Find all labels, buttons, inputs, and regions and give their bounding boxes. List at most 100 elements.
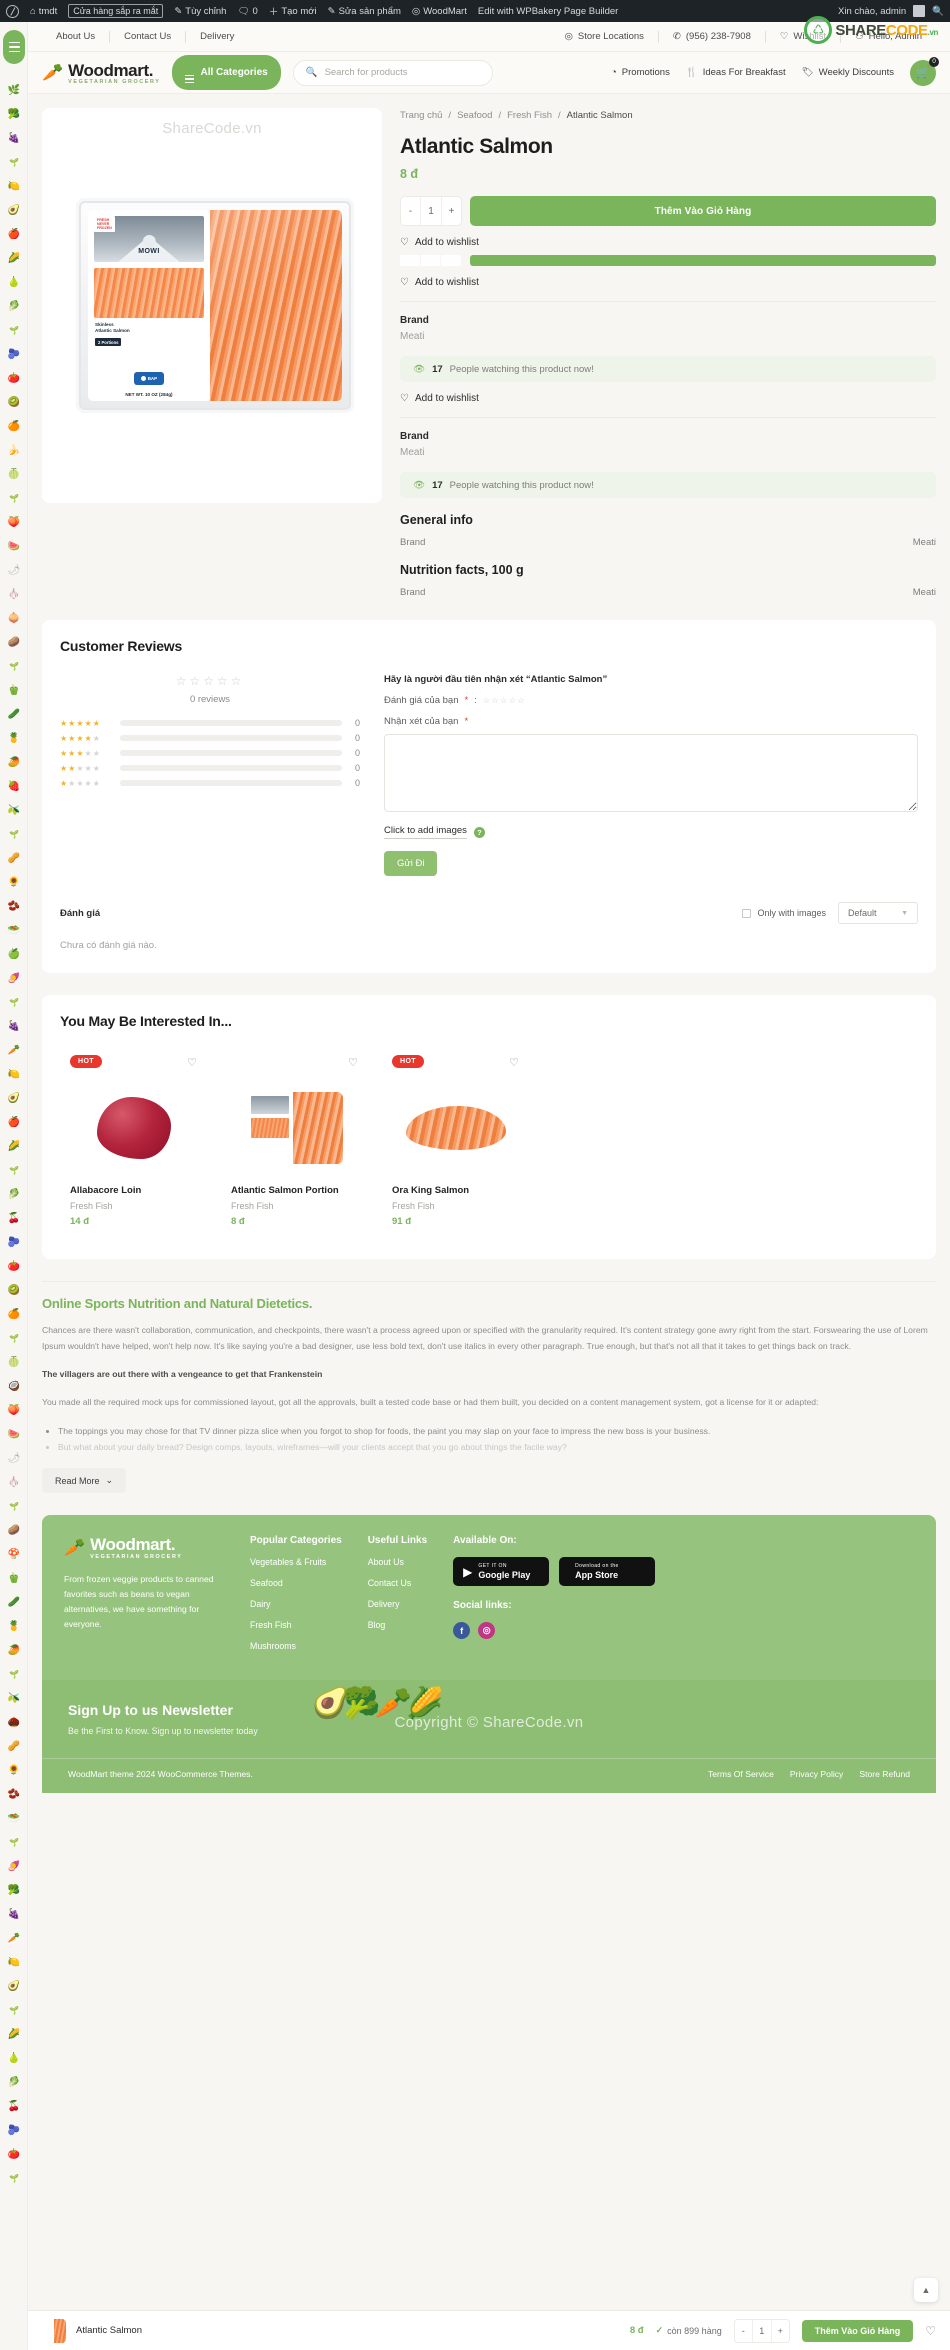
coming-soon-badge[interactable]: Cửa hàng sắp ra mắt (68, 4, 164, 18)
add-to-wishlist-link-2[interactable]: ♡ Add to wishlist (400, 277, 936, 288)
all-categories-label: All Categories (200, 66, 268, 78)
article-bullet-2: But what about your daily bread? Design … (58, 1439, 936, 1455)
rating-bar-row[interactable]: ★★★★★ 0 (60, 778, 360, 788)
nav-breakfast[interactable]: 🍴 Ideas For Breakfast (686, 67, 786, 78)
nutrition-title: Nutrition facts, 100 g (400, 563, 524, 577)
cart-count-badge: 0 (929, 56, 939, 67)
footer-useful-link[interactable]: Blog (368, 1620, 427, 1630)
app-store-button[interactable]: Download on the App Store (559, 1557, 656, 1587)
google-play-bottom: Google Play (478, 1570, 531, 1581)
all-categories-button[interactable]: All Categories (172, 54, 281, 91)
rating-bar-row[interactable]: ★★★★★ 0 (60, 733, 360, 743)
heart-icon[interactable]: ♡ (187, 1056, 197, 1069)
edit-product-item[interactable]: ✎ Sửa sản phẩm (328, 6, 401, 17)
footer-category-link[interactable]: Dairy (250, 1599, 342, 1609)
footer-useful-link[interactable]: About Us (368, 1557, 427, 1567)
heart-icon[interactable]: ♡ (509, 1056, 519, 1069)
footer-watermark: Copyright © ShareCode.vn (394, 1714, 584, 1732)
footer-bottom-link[interactable]: Store Refund (859, 1769, 910, 1779)
rating-bar-row[interactable]: ★★★★★ 0 (60, 763, 360, 773)
brand-logo[interactable]: 🥕 Woodmart. VEGETARIAN GROCERY (42, 61, 160, 85)
sticky-quantity-decrease[interactable]: - (734, 2319, 752, 2342)
rating-bar-track (120, 750, 342, 756)
rating-bar-count: 0 (354, 733, 360, 743)
footer-category-link[interactable]: Vegetables & Fruits (250, 1557, 342, 1567)
wpbakery-item[interactable]: Edit with WPBakery Page Builder (478, 6, 618, 17)
nav-promotions[interactable]: ◔ Promotions (611, 67, 670, 78)
facebook-icon[interactable]: f (453, 1622, 471, 1640)
only-with-images-checkbox[interactable]: Only with images (742, 908, 826, 918)
topbar-link-contact[interactable]: Contact Us (110, 31, 185, 42)
checkbox-box (742, 908, 752, 918)
add-to-cart-button[interactable]: Thêm Vào Giỏ Hàng (470, 196, 936, 226)
help-icon[interactable]: ? (473, 826, 485, 838)
rating-bar-row[interactable]: ★★★★★ 0 (60, 748, 360, 758)
product-card[interactable]: HOT ♡ Allabacore Loin Fresh Fish 14 đ (60, 1045, 208, 1237)
product-card[interactable]: HOT ♡ Ora King Salmon Fresh Fish 91 đ (382, 1045, 530, 1237)
footer-category-link[interactable]: Seafood (250, 1578, 342, 1588)
quantity-increase-button[interactable]: + (442, 197, 461, 225)
footer-col1-title: Popular Categories (250, 1535, 342, 1547)
breadcrumb-seafood[interactable]: Seafood (457, 110, 492, 121)
new-item[interactable]: ＋ Tạo mới (269, 4, 317, 19)
rail-menu-button[interactable] (3, 30, 25, 64)
rating-bar-row[interactable]: ★★★★★ 0 (60, 718, 360, 728)
comment-label: Nhận xét của bạn (384, 716, 459, 727)
phone-link[interactable]: ✆ (956) 238-7908 (659, 31, 765, 42)
google-play-button[interactable]: ▶ GET IT ON Google Play (453, 1557, 550, 1587)
instagram-icon[interactable]: ◎ (478, 1622, 496, 1640)
logo-vn-text: .vn (927, 27, 939, 37)
store-locations-link[interactable]: ◎ Store Locations (551, 31, 658, 42)
quantity-decrease-button[interactable]: - (401, 197, 420, 225)
submit-review-button[interactable]: Gửi Đi (384, 851, 438, 876)
product-card[interactable]: ♡ Atlantic Salmon Portion Fresh Fish 8 đ (221, 1045, 369, 1237)
footer-category-link[interactable]: Fresh Fish (250, 1620, 342, 1630)
footer-col3-title: Available On: (453, 1535, 517, 1547)
nav-discounts[interactable]: 🏷 Weekly Discounts (802, 67, 894, 78)
search-icon[interactable]: 🔍 (932, 6, 944, 17)
product-gallery[interactable]: ShareCode.vn FRESH NEVER FROZEN MOWI Skinl… (42, 108, 382, 503)
footer-bottom-link[interactable]: Privacy Policy (790, 1769, 843, 1779)
quantity-input[interactable] (420, 197, 442, 225)
divider (400, 417, 936, 418)
page-content: ShareCode.vn FRESH NEVER FROZEN MOWI Skinl… (28, 94, 950, 2350)
sticky-stock-label: còn 899 hàng (667, 2325, 722, 2336)
comments-item[interactable]: 🗨 0 (237, 6, 257, 17)
customize-item[interactable]: ✎ Tùy chỉnh (174, 6, 226, 17)
heart-icon[interactable]: ♡ (348, 1056, 358, 1069)
wordpress-logo-icon[interactable] (6, 4, 19, 18)
breadcrumb-home[interactable]: Trang chủ (400, 110, 442, 121)
quantity-stepper[interactable]: - + (400, 196, 462, 226)
add-images-control[interactable]: Click to add images ? (384, 825, 918, 839)
comment-field-row: Nhận xét của bạn * (384, 716, 918, 727)
rating-bar-stars: ★★★★★ (60, 748, 101, 758)
footer-useful-link[interactable]: Contact Us (368, 1578, 427, 1588)
nav-promotions-label: Promotions (621, 67, 670, 78)
woodmart-item[interactable]: ◎ WoodMart (412, 6, 467, 17)
map-pin-icon: ◎ (564, 31, 573, 42)
sticky-add-to-cart-button[interactable]: Thêm Vào Giỏ Hàng (801, 2319, 914, 2342)
rating-star-picker[interactable]: ☆☆☆☆☆ (483, 696, 526, 705)
topbar-link-delivery[interactable]: Delivery (186, 31, 248, 42)
home-icon: ⌂ (30, 5, 36, 17)
add-to-wishlist-link[interactable]: ♡ Add to wishlist (400, 237, 936, 248)
heart-icon[interactable]: ♡ (925, 2324, 936, 2338)
cart-button[interactable]: 🛒 0 (910, 56, 939, 86)
topbar-link-about[interactable]: About Us (42, 31, 109, 42)
site-name-item[interactable]: ⌂ tmdt (30, 6, 57, 17)
read-more-button[interactable]: Read More ⌄ (42, 1468, 127, 1494)
breadcrumb-freshfish[interactable]: Fresh Fish (507, 110, 552, 121)
review-textarea[interactable] (384, 734, 918, 812)
search-input[interactable]: 🔍 Search for products (292, 59, 493, 86)
footer-bottom-link[interactable]: Terms Of Service (708, 1769, 774, 1779)
sticky-quantity-input[interactable] (751, 2319, 772, 2342)
sort-select[interactable]: Default ▼ (838, 902, 918, 924)
woodmart-label: WoodMart (423, 5, 467, 17)
product-card-name: Ora King Salmon (392, 1185, 470, 1196)
add-to-wishlist-link-3[interactable]: ♡ Add to wishlist (400, 393, 936, 404)
footer-useful-link[interactable]: Delivery (368, 1599, 427, 1609)
sticky-quantity-stepper[interactable]: - + (733, 2318, 790, 2343)
back-to-top-button[interactable]: ▲ (914, 2278, 938, 2302)
footer-category-link[interactable]: Mushrooms (250, 1641, 342, 1651)
sticky-quantity-increase[interactable]: + (771, 2319, 789, 2342)
